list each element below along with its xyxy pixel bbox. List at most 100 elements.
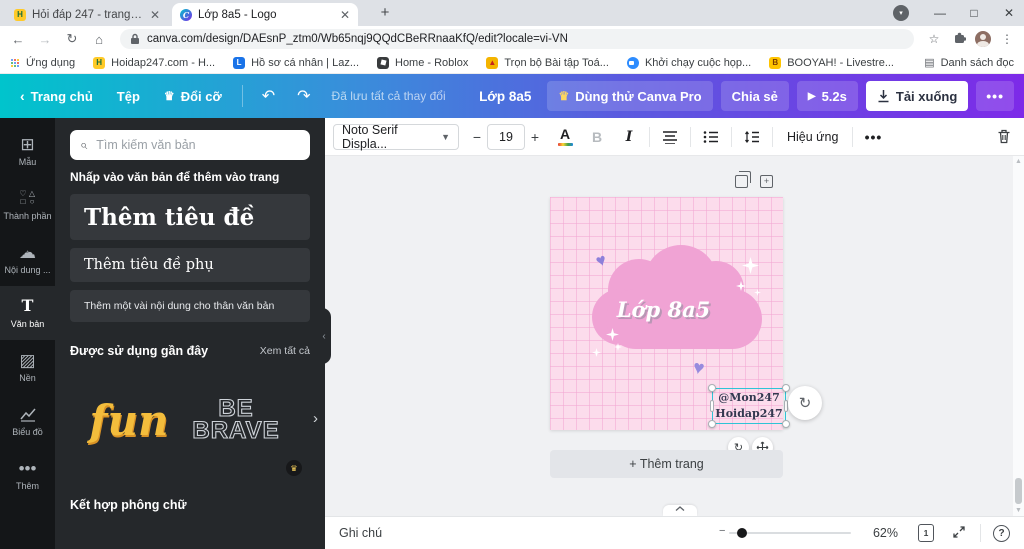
heart-icon[interactable]: ♥ — [691, 358, 705, 379]
chevron-right-icon[interactable]: › — [313, 410, 318, 427]
reload-icon[interactable]: ↻ — [62, 31, 82, 47]
bookmark-hoidap[interactable]: HHoidap247.com - H... — [93, 57, 215, 69]
page-title-text[interactable]: Lớp 8a5 — [550, 297, 777, 322]
file-menu-button[interactable]: Tệp — [107, 89, 150, 104]
bookmark-roblox[interactable]: Home - Roblox — [377, 57, 468, 69]
zoom-percentage[interactable]: 62% — [873, 526, 898, 540]
reading-list-button[interactable]: ▤Danh sách đọc — [924, 56, 1014, 69]
resize-handle[interactable] — [708, 384, 716, 392]
bookmark-apps[interactable]: Ứng dụng — [10, 57, 75, 69]
present-button[interactable]: ▶5.2s — [797, 81, 858, 111]
home-icon[interactable]: ⌂ — [89, 32, 109, 47]
resize-button[interactable]: ♛Đổi cỡ — [154, 89, 232, 104]
font-name: Noto Serif Displa... — [342, 123, 437, 151]
add-page-button[interactable]: + Thêm trang — [550, 450, 783, 478]
text-align-button[interactable] — [658, 124, 682, 150]
scroll-down-icon[interactable]: ▼ — [1015, 507, 1022, 514]
selected-text-element[interactable]: @Mon247 Hoidap247 — [712, 388, 786, 424]
bookmark-star-icon[interactable]: ☆ — [925, 32, 943, 46]
bookmark-lazada[interactable]: LHồ sơ cá nhân | Laz... — [233, 57, 359, 69]
notes-collapse-tab[interactable] — [663, 505, 697, 516]
page-count-button[interactable]: 1 — [918, 524, 934, 542]
tab-close-icon[interactable]: ✕ — [340, 9, 350, 21]
font-size-decrease-button[interactable]: − — [467, 129, 487, 145]
sidebar-item-templates[interactable]: ⊞ Mẫu — [0, 124, 55, 178]
undo-icon[interactable]: ↶ — [253, 86, 284, 106]
spacing-button[interactable] — [740, 124, 764, 150]
add-heading-button[interactable]: Thêm tiêu đề — [70, 194, 310, 240]
redo-icon[interactable]: ↷ — [288, 86, 319, 106]
add-body-text-button[interactable]: Thêm một vài nội dung cho thân văn bản — [70, 290, 310, 322]
design-title[interactable]: Lớp 8a5 — [471, 89, 539, 104]
sidebar-item-uploads[interactable]: ☁↑ Nội dung ... — [0, 232, 55, 286]
bookmark-toan[interactable]: ▲Trọn bộ Bài tập Toá... — [486, 57, 609, 69]
window-maximize-button[interactable]: □ — [958, 0, 990, 26]
page-actions: + — [735, 175, 773, 188]
browser-tab-canva[interactable]: C Lớp 8a5 - Logo ✕ — [172, 3, 358, 26]
home-button[interactable]: ‹Trang chủ — [10, 88, 103, 104]
duplicate-page-icon[interactable] — [735, 175, 748, 188]
notes-button[interactable]: Ghi chú — [339, 526, 382, 540]
puzzle-icon — [953, 31, 966, 44]
bookmark-zoom[interactable]: Khởi chạy cuộc họp... — [627, 57, 751, 69]
bookmark-booyah[interactable]: BBOOYAH! - Livestre... — [769, 57, 894, 69]
add-page-icon[interactable]: + — [760, 175, 773, 188]
panel-collapse-tab[interactable]: ‹ — [317, 308, 331, 364]
recent-item-fun[interactable]: fun — [70, 396, 188, 445]
recent-items-row: fun BE BRAVE ♛ › — [70, 368, 310, 472]
text-color-button[interactable]: A — [553, 124, 577, 150]
user-avatar[interactable] — [975, 31, 991, 47]
side-resize-handle[interactable] — [710, 400, 714, 412]
rotate-handle-button[interactable]: ↻ — [788, 386, 822, 420]
font-size-value[interactable]: 19 — [487, 124, 525, 150]
zoom-slider[interactable]: − — [729, 532, 851, 534]
italic-button[interactable]: I — [617, 124, 641, 150]
back-icon[interactable]: ← — [8, 32, 28, 47]
bold-button[interactable]: B — [585, 124, 609, 150]
header-more-button[interactable]: ••• — [976, 81, 1014, 111]
forward-icon[interactable]: → — [35, 32, 55, 47]
scroll-up-icon[interactable]: ▲ — [1015, 158, 1022, 165]
try-pro-button[interactable]: ♛Dùng thử Canva Pro — [547, 81, 712, 111]
toolbar-more-button[interactable]: ••• — [861, 124, 885, 150]
tab-close-icon[interactable]: ✕ — [150, 9, 160, 21]
window-close-button[interactable]: ✕ — [994, 0, 1024, 26]
url-bar[interactable]: canva.com/design/DAEsnP_ztm0/Wb65nqj9QQd… — [120, 29, 914, 49]
new-tab-button[interactable]: + — [374, 2, 396, 24]
see-all-link[interactable]: Xem tất cả — [260, 345, 310, 357]
zoom-out-icon[interactable]: − — [719, 525, 725, 537]
add-subheading-button[interactable]: Thêm tiêu đề phụ — [70, 248, 310, 282]
search-input[interactable] — [94, 137, 300, 153]
heart-icon[interactable]: ♥ — [594, 251, 609, 270]
canvas-scrollbar[interactable]: ▲ ▼ — [1013, 156, 1024, 516]
sparkle-icon[interactable] — [742, 257, 759, 274]
fullscreen-button[interactable] — [952, 525, 966, 542]
sidebar-item-charts[interactable]: Biểu đồ — [0, 394, 55, 448]
browser-tab-hoidap[interactable]: H Hỏi đáp 247 - trang tra loi ✕ — [6, 3, 168, 26]
text-search-box[interactable]: ⌕ — [70, 130, 310, 160]
list-button[interactable] — [699, 124, 723, 150]
font-pairs-title: Kết hợp phông chữ — [70, 498, 310, 512]
zoom-slider-thumb[interactable] — [737, 528, 747, 538]
download-button[interactable]: Tải xuống — [866, 81, 968, 111]
browser-menu-icon[interactable]: ⋮ — [998, 32, 1016, 46]
sidebar-item-elements[interactable]: ♡△□○ Thành phần — [0, 178, 55, 232]
scrollbar-thumb[interactable] — [1015, 478, 1022, 504]
effects-button[interactable]: Hiệu ứng — [781, 130, 844, 144]
recent-item-be-brave[interactable]: BE BRAVE — [188, 398, 284, 442]
resize-handle[interactable] — [708, 420, 716, 428]
text-panel: ⌕ Nhấp vào văn bản để thêm vào trang Thê… — [55, 118, 325, 549]
browser-profile-button[interactable]: ▾ — [888, 0, 914, 26]
font-size-increase-button[interactable]: + — [525, 129, 545, 145]
font-family-select[interactable]: Noto Serif Displa... ▼ — [333, 124, 459, 150]
sidebar-item-more[interactable]: ••• Thêm — [0, 448, 55, 502]
help-button[interactable]: ? — [993, 525, 1010, 542]
sidebar-item-text[interactable]: T Văn bản — [0, 286, 55, 340]
extensions-puzzle-icon[interactable] — [950, 31, 968, 47]
window-minimize-button[interactable]: — — [924, 0, 956, 26]
sidebar-item-background[interactable]: ▨ Nền — [0, 340, 55, 394]
resize-handle[interactable] — [782, 420, 790, 428]
resize-handle[interactable] — [782, 384, 790, 392]
share-button[interactable]: Chia sẻ — [721, 81, 789, 111]
delete-button[interactable] — [992, 124, 1016, 150]
